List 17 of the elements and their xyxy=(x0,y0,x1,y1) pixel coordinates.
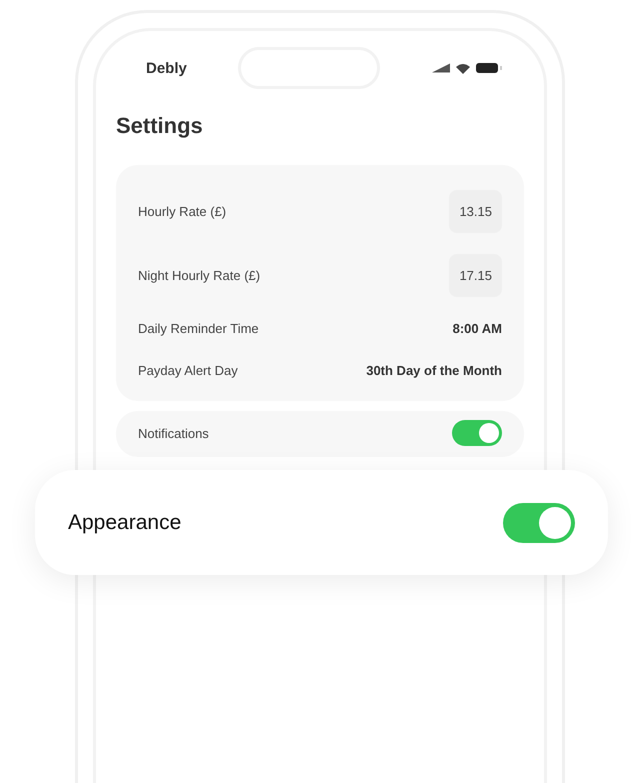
rate-input[interactable]: 17.15 xyxy=(449,254,502,296)
screen-title: Settings xyxy=(116,113,204,139)
setting-label: Payday Alert Day xyxy=(138,362,238,378)
setting-value[interactable]: 8:00 AM xyxy=(452,320,502,336)
appearance-label: Appearance xyxy=(68,510,182,534)
appearance-toggle[interactable] xyxy=(503,502,575,542)
setting-label: Night Hourly Rate (£) xyxy=(138,268,260,282)
rate-input[interactable]: 13.15 xyxy=(449,190,502,232)
wifi-icon xyxy=(456,62,470,74)
signal-icon xyxy=(432,63,450,73)
setting-label: Notifications xyxy=(138,426,209,440)
battery-icon xyxy=(476,63,502,73)
setting-label: Hourly Rate (£) xyxy=(138,204,226,218)
notifications-toggle[interactable] xyxy=(452,420,502,446)
setting-label: Daily Reminder Time xyxy=(138,320,259,336)
carrier-name: Debly xyxy=(146,60,187,76)
setting-value[interactable]: 30th Day of the Month xyxy=(366,362,502,378)
